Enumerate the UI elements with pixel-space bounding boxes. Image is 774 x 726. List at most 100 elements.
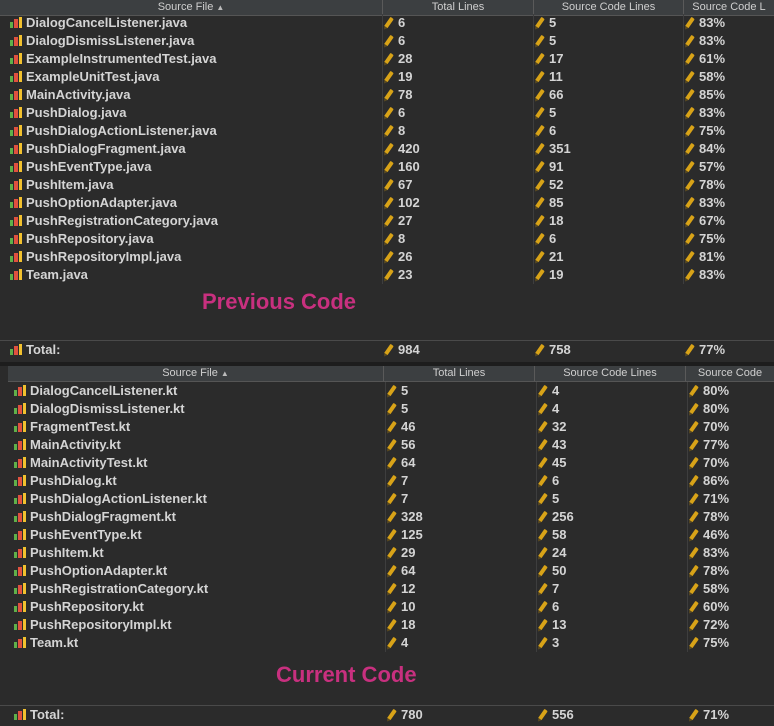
table-row[interactable]: PushDialogActionListener.kt 7 5 71% — [0, 490, 774, 508]
file-name: Team.kt — [30, 635, 79, 650]
pencil-icon — [689, 528, 699, 541]
header-source-code-ratio[interactable]: Source Code — [686, 366, 774, 381]
source-ratio-cell: 84% — [684, 140, 774, 158]
file-name: PushRepositoryImpl.java — [26, 249, 182, 264]
table-row[interactable]: PushRegistrationCategory.kt 12 7 58% — [0, 580, 774, 598]
pencil-icon — [384, 52, 394, 65]
pencil-icon — [689, 402, 699, 415]
bar-chart-icon — [14, 421, 26, 432]
total-lines-cell: 5 — [386, 400, 537, 418]
pencil-icon — [689, 600, 699, 613]
table-row[interactable]: Team.kt 4 3 75% — [0, 634, 774, 652]
source-ratio-cell: 80% — [688, 382, 774, 400]
pencil-icon — [685, 178, 695, 191]
file-name-cell: Team.kt — [14, 634, 386, 652]
pencil-icon — [535, 52, 545, 65]
pencil-icon — [689, 618, 699, 631]
table-row[interactable]: PushDialogFragment.kt 328 256 78% — [0, 508, 774, 526]
table-row[interactable]: PushRepositoryImpl.kt 18 13 72% — [0, 616, 774, 634]
table-row[interactable]: PushOptionAdapter.java 102 85 83% — [0, 194, 774, 212]
table-row[interactable]: DialogDismissListener.kt 5 4 80% — [0, 400, 774, 418]
table-row[interactable]: DialogCancelListener.java 6 5 83% — [0, 14, 774, 32]
file-name-cell: PushRepositoryImpl.kt — [14, 616, 386, 634]
pencil-icon — [538, 456, 548, 469]
file-name: FragmentTest.kt — [30, 419, 131, 434]
source-lines-cell: 256 — [537, 508, 688, 526]
table-row[interactable]: PushOptionAdapter.kt 64 50 78% — [0, 562, 774, 580]
source-ratio-cell: 83% — [684, 194, 774, 212]
pencil-icon — [538, 384, 548, 397]
table-row[interactable]: PushItem.kt 29 24 83% — [0, 544, 774, 562]
pencil-icon — [384, 124, 394, 137]
table-row[interactable]: PushDialogFragment.java 420 351 84% — [0, 140, 774, 158]
current-code-panel: Source File ▲ Total Lines Source Code Lin… — [0, 366, 774, 726]
table-header: Source File ▲ Total Lines Source Code Lin… — [8, 366, 774, 382]
source-ratio-cell: 75% — [684, 230, 774, 248]
pencil-icon — [384, 142, 394, 155]
pencil-icon — [535, 214, 545, 227]
file-name-cell: DialogDismissListener.java — [10, 32, 383, 50]
file-name: PushDialog.java — [26, 105, 127, 120]
total-lines-cell: 5 — [386, 382, 537, 400]
table-row[interactable]: PushDialog.kt 7 6 86% — [0, 472, 774, 490]
pencil-icon — [535, 106, 545, 119]
file-name-cell: PushRepositoryImpl.java — [10, 248, 383, 266]
table-row[interactable]: PushItem.java 67 52 78% — [0, 176, 774, 194]
table-row[interactable]: PushRepository.java 8 6 75% — [0, 230, 774, 248]
column-divider — [687, 382, 688, 652]
table-row[interactable]: PushEventType.java 160 91 57% — [0, 158, 774, 176]
pencil-icon — [538, 402, 548, 415]
pencil-icon — [535, 16, 545, 29]
column-divider — [385, 382, 386, 652]
table-row[interactable]: PushRepositoryImpl.java 26 21 81% — [0, 248, 774, 266]
table-row[interactable]: MainActivity.kt 56 43 77% — [0, 436, 774, 454]
pencil-icon — [384, 250, 394, 263]
table-row[interactable]: PushRegistrationCategory.java 27 18 67% — [0, 212, 774, 230]
table-row[interactable]: Team.java 23 19 83% — [0, 266, 774, 284]
pencil-icon — [685, 343, 695, 356]
header-source-code-lines[interactable]: Source Code Lines — [534, 0, 684, 15]
file-name-cell: Team.java — [10, 266, 383, 284]
file-name-cell: MainActivityTest.kt — [14, 454, 386, 472]
table-row[interactable]: ExampleUnitTest.java 19 11 58% — [0, 68, 774, 86]
source-lines-cell: 351 — [534, 140, 684, 158]
pencil-icon — [384, 232, 394, 245]
pencil-icon — [384, 88, 394, 101]
bar-chart-icon — [10, 197, 22, 208]
pencil-icon — [538, 420, 548, 433]
table-row[interactable]: PushEventType.kt 125 58 46% — [0, 526, 774, 544]
table-row[interactable]: PushDialog.java 6 5 83% — [0, 104, 774, 122]
header-source-file[interactable]: Source File ▲ — [8, 366, 384, 381]
source-lines-cell: 24 — [537, 544, 688, 562]
table-row[interactable]: MainActivityTest.kt 64 45 70% — [0, 454, 774, 472]
table-row[interactable]: PushDialogActionListener.java 8 6 75% — [0, 122, 774, 140]
source-ratio-cell: 70% — [688, 418, 774, 436]
pencil-icon — [535, 250, 545, 263]
table-row[interactable]: DialogDismissListener.java 6 5 83% — [0, 32, 774, 50]
column-divider — [382, 14, 383, 284]
table-row[interactable]: PushRepository.kt 10 6 60% — [0, 598, 774, 616]
total-lines-cell: 6 — [383, 14, 534, 32]
total-lines-cell: 18 — [386, 616, 537, 634]
table-row[interactable]: MainActivity.java 78 66 85% — [0, 86, 774, 104]
header-source-code-ratio[interactable]: Source Code L — [684, 0, 774, 15]
header-total-lines[interactable]: Total Lines — [383, 0, 534, 15]
table-row[interactable]: FragmentTest.kt 46 32 70% — [0, 418, 774, 436]
source-ratio-cell: 46% — [688, 526, 774, 544]
bar-chart-icon — [14, 511, 26, 522]
bar-chart-icon — [10, 17, 22, 28]
header-source-code-lines[interactable]: Source Code Lines — [535, 366, 686, 381]
source-lines-cell: 45 — [537, 454, 688, 472]
pencil-icon — [689, 384, 699, 397]
file-name-cell: PushDialogActionListener.java — [10, 122, 383, 140]
header-total-lines[interactable]: Total Lines — [384, 366, 535, 381]
file-name: ExampleInstrumentedTest.java — [26, 51, 217, 66]
source-ratio-cell: 83% — [684, 32, 774, 50]
pencil-icon — [689, 474, 699, 487]
header-source-file[interactable]: Source File ▲ — [0, 0, 383, 15]
pencil-icon — [689, 420, 699, 433]
source-lines-cell: 58 — [537, 526, 688, 544]
file-name: DialogDismissListener.java — [26, 33, 195, 48]
table-row[interactable]: ExampleInstrumentedTest.java 28 17 61% — [0, 50, 774, 68]
table-row[interactable]: DialogCancelListener.kt 5 4 80% — [0, 382, 774, 400]
